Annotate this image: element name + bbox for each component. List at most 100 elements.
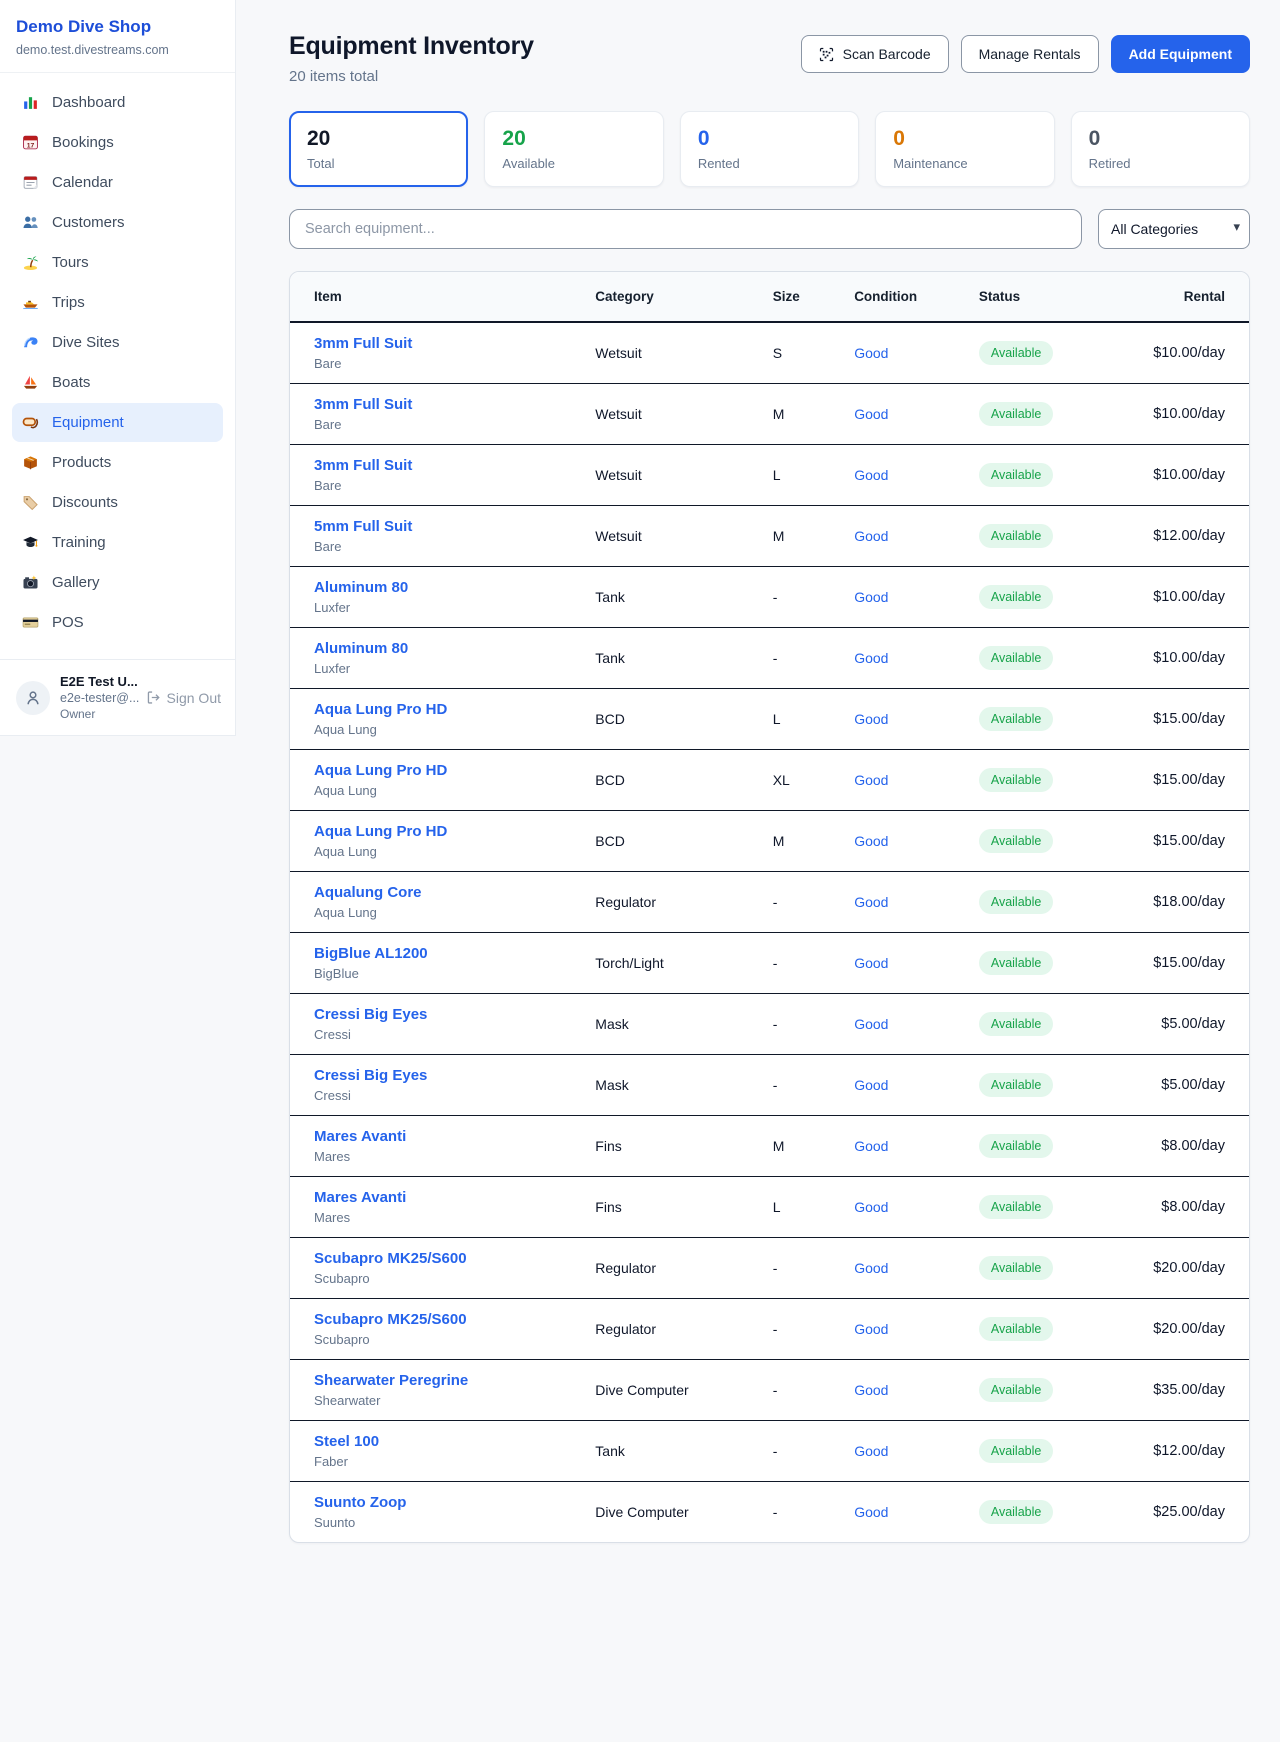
search-input[interactable] [289,209,1082,249]
item-category: BCD [595,711,625,727]
item-name-link[interactable]: Aqua Lung Pro HD [314,762,579,779]
condition-link[interactable]: Good [854,894,888,910]
condition-link[interactable]: Good [854,406,888,422]
item-name-link[interactable]: Cressi Big Eyes [314,1067,579,1084]
item-category: Fins [595,1138,621,1154]
item-name-link[interactable]: Aluminum 80 [314,579,579,596]
condition-link[interactable]: Good [854,1077,888,1093]
item-category: Regulator [595,1321,656,1337]
condition-link[interactable]: Good [854,345,888,361]
condition-link[interactable]: Good [854,1504,888,1520]
item-size: - [773,1016,778,1032]
item-name-link[interactable]: 3mm Full Suit [314,335,579,352]
sidebar-item-training[interactable]: Training [12,523,223,562]
condition-link[interactable]: Good [854,1382,888,1398]
sidebar-item-boats[interactable]: Boats [12,363,223,402]
rental-price: $15.00/day [1153,711,1225,727]
sidebar-item-label: Dashboard [52,94,125,111]
item-name-link[interactable]: 3mm Full Suit [314,457,579,474]
manage-rentals-button[interactable]: Manage Rentals [961,35,1099,73]
item-category: Mask [595,1077,628,1093]
item-name-link[interactable]: Cressi Big Eyes [314,1006,579,1023]
item-name-link[interactable]: Aqualung Core [314,884,579,901]
add-equipment-button[interactable]: Add Equipment [1111,35,1250,73]
condition-link[interactable]: Good [854,833,888,849]
sidebar-item-pos[interactable]: POS [12,603,223,642]
item-name-link[interactable]: Mares Avanti [314,1128,579,1145]
table-row: Aqua Lung Pro HDAqua LungBCDMGoodAvailab… [290,810,1249,871]
person-icon [24,689,42,707]
sidebar-item-tours[interactable]: Tours [12,243,223,282]
condition-link[interactable]: Good [854,528,888,544]
stat-card-rented[interactable]: 0Rented [680,111,859,187]
discounts-icon [22,494,39,511]
stat-card-total[interactable]: 20Total [289,111,468,187]
user-section: E2E Test U... e2e-tester@... Owner Sign … [0,659,235,735]
condition-link[interactable]: Good [854,467,888,483]
stat-card-retired[interactable]: 0Retired [1071,111,1250,187]
barcode-scan-icon [819,47,834,62]
condition-link[interactable]: Good [854,1260,888,1276]
item-name-link[interactable]: Mares Avanti [314,1189,579,1206]
condition-link[interactable]: Good [854,650,888,666]
item-name-link[interactable]: Steel 100 [314,1433,579,1450]
sidebar-item-products[interactable]: Products [12,443,223,482]
item-name-link[interactable]: BigBlue AL1200 [314,945,579,962]
status-badge: Available [979,341,1054,365]
main-content: Equipment Inventory 20 items total Scan … [237,0,1280,1583]
sidebar-item-bookings[interactable]: 17Bookings [12,123,223,162]
status-badge: Available [979,585,1054,609]
sidebar-item-discounts[interactable]: Discounts [12,483,223,522]
item-name-link[interactable]: Aqua Lung Pro HD [314,823,579,840]
status-badge: Available [979,1012,1054,1036]
sidebar-item-trips[interactable]: Trips [12,283,223,322]
sidebar-item-equipment[interactable]: Equipment [12,403,223,442]
item-category: Dive Computer [595,1382,688,1398]
sign-out-button[interactable]: Sign Out [146,690,221,706]
rental-price: $12.00/day [1153,1443,1225,1459]
sidebar-item-gallery[interactable]: Gallery [12,563,223,602]
sidebar-item-label: Bookings [52,134,114,151]
sidebar-item-calendar[interactable]: Calendar [12,163,223,202]
condition-link[interactable]: Good [854,955,888,971]
rental-price: $25.00/day [1153,1504,1225,1520]
item-name-link[interactable]: Scubapro MK25/S600 [314,1311,579,1328]
condition-link[interactable]: Good [854,1321,888,1337]
page-header-text: Equipment Inventory 20 items total [289,32,534,85]
condition-link[interactable]: Good [854,772,888,788]
condition-link[interactable]: Good [854,711,888,727]
item-name-link[interactable]: Suunto Zoop [314,1494,579,1511]
item-size: M [773,1138,785,1154]
training-icon [22,534,39,551]
item-name-link[interactable]: Aluminum 80 [314,640,579,657]
sidebar-item-dashboard[interactable]: Dashboard [12,83,223,122]
category-select[interactable]: All Categories [1098,209,1250,249]
stat-card-maintenance[interactable]: 0Maintenance [875,111,1054,187]
item-brand: Mares [314,1149,579,1164]
sidebar-item-dive-sites[interactable]: Dive Sites [12,323,223,362]
item-size: - [773,1260,778,1276]
rental-price: $15.00/day [1153,955,1225,971]
shop-title: Demo Dive Shop [16,17,219,37]
item-brand: Bare [314,417,579,432]
item-name-link[interactable]: 3mm Full Suit [314,396,579,413]
scan-barcode-button[interactable]: Scan Barcode [801,35,949,73]
condition-link[interactable]: Good [854,1138,888,1154]
condition-link[interactable]: Good [854,589,888,605]
stat-value-available: 20 [502,127,645,151]
item-name-link[interactable]: Scubapro MK25/S600 [314,1250,579,1267]
item-size: - [773,1504,778,1520]
equipment-table: Item Category Size Condition Status Rent… [290,272,1249,1542]
item-name-link[interactable]: Aqua Lung Pro HD [314,701,579,718]
item-name-link[interactable]: 5mm Full Suit [314,518,579,535]
item-name-link[interactable]: Shearwater Peregrine [314,1372,579,1389]
sign-out-label: Sign Out [167,690,221,706]
stat-value-maintenance: 0 [893,127,1036,151]
item-category: BCD [595,833,625,849]
condition-link[interactable]: Good [854,1199,888,1215]
condition-link[interactable]: Good [854,1016,888,1032]
stat-card-available[interactable]: 20Available [484,111,663,187]
condition-link[interactable]: Good [854,1443,888,1459]
sidebar-item-customers[interactable]: Customers [12,203,223,242]
item-size: L [773,467,781,483]
